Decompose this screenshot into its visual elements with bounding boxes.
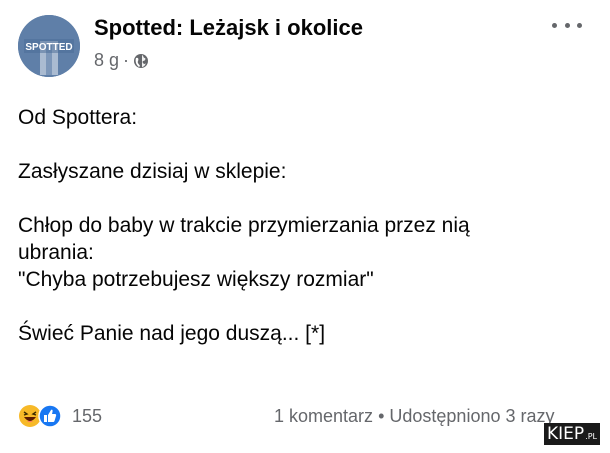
post-time[interactable]: 8 g bbox=[94, 50, 119, 71]
more-dot bbox=[552, 22, 557, 28]
reactions-summary[interactable]: 155 bbox=[18, 404, 102, 428]
like-icon bbox=[38, 404, 62, 428]
post-paragraph: Chłop do baby w trakcie przymierzania pr… bbox=[18, 214, 470, 291]
watermark-text: KIEP bbox=[547, 424, 585, 444]
stats-dot: • bbox=[378, 406, 385, 426]
meta-separator: · bbox=[123, 50, 130, 70]
more-icon[interactable] bbox=[552, 14, 582, 36]
post-stats: 1 komentarz • Udostępniono 3 razy bbox=[274, 406, 555, 427]
page-avatar[interactable]: SPOTTED bbox=[18, 15, 80, 77]
comments-link[interactable]: 1 komentarz bbox=[274, 406, 373, 426]
page-name[interactable]: Spotted: Leżajsk i okolice bbox=[94, 15, 363, 41]
reaction-count: 155 bbox=[72, 405, 103, 426]
watermark-logo: KIEP .PL bbox=[544, 423, 600, 445]
more-dot bbox=[577, 22, 582, 28]
post-paragraph: Od Spottera: bbox=[18, 106, 138, 129]
avatar-text: SPOTTED bbox=[25, 42, 72, 53]
more-dot bbox=[564, 22, 570, 28]
globe-icon bbox=[134, 53, 149, 68]
watermark-suffix: .PL bbox=[585, 432, 597, 441]
post-text: Od Spottera: Zasłyszane dzisiaj w sklepi… bbox=[18, 104, 578, 347]
shares-link[interactable]: Udostępniono 3 razy bbox=[389, 406, 554, 426]
post-paragraph: Zasłyszane dzisiaj w sklepie: bbox=[18, 160, 287, 183]
post-paragraph: Świeć Panie nad jego duszą... [*] bbox=[18, 322, 326, 345]
post-meta: 8 g · bbox=[94, 50, 149, 71]
